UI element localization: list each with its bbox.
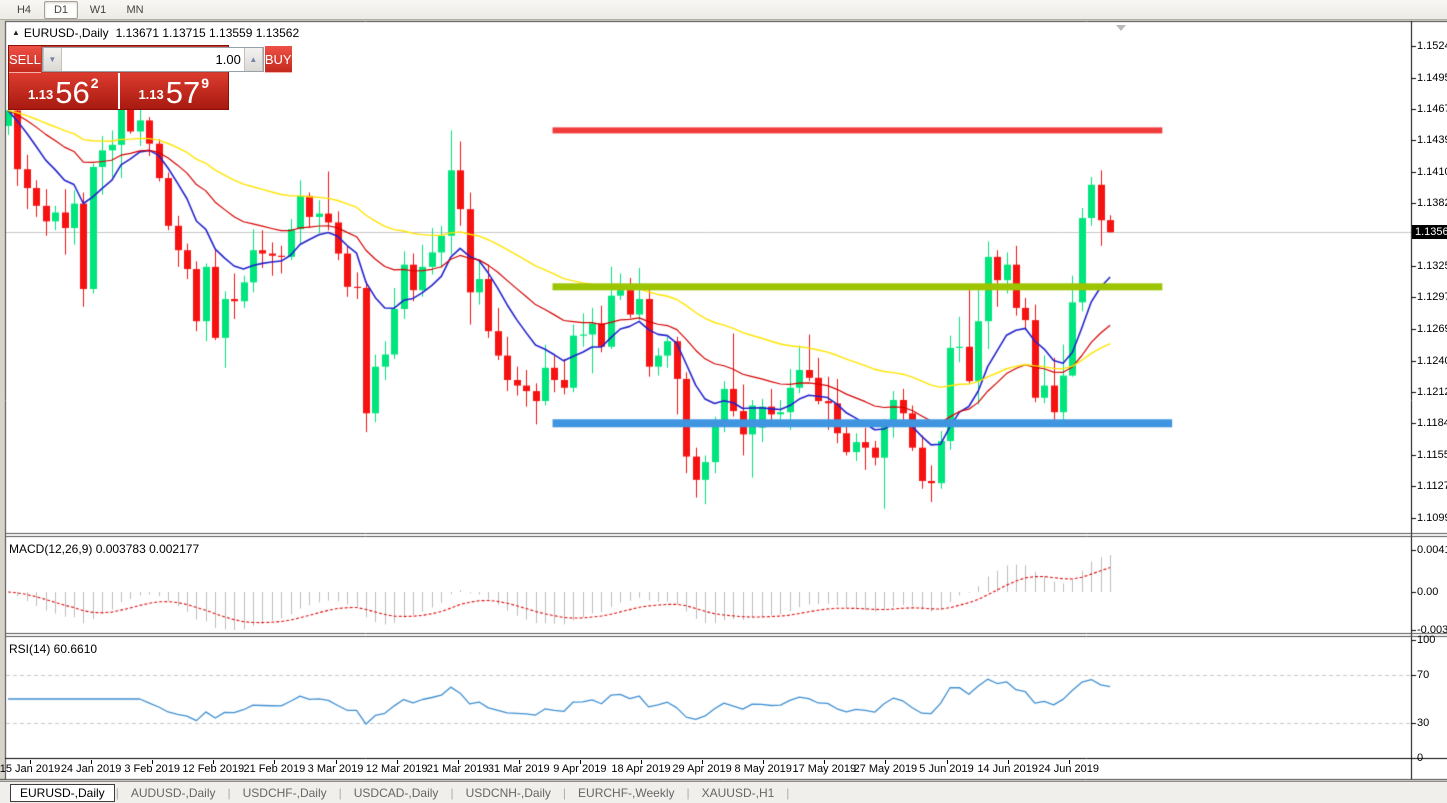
price-axis-label: 1.14390 <box>1417 134 1447 147</box>
price-axis-label: 1.11275 <box>1417 479 1447 492</box>
timeframe-w1-button[interactable]: W1 <box>81 1 115 19</box>
chart-tabbar: EURUSD-,Daily | AUDUSD-,Daily | USDCHF-,Dail… <box>0 781 1447 803</box>
symbol-timeframe-label: EURUSD-,Daily <box>23 26 109 40</box>
one-click-trading-panel: SELL ▼ ▲ BUY 1.13562 1.13579 <box>8 45 292 110</box>
timeframe-h4-button[interactable]: H4 <box>7 1 41 19</box>
macd-indicator-label: MACD(12,26,9) 0.003783 0.002177 <box>9 542 200 556</box>
tab-usdcnh-daily[interactable]: USDCNH-,Daily <box>455 784 562 802</box>
price-axis-label: 1.12975 <box>1417 291 1447 304</box>
chart-title: ▲ EURUSD-,Daily 1.13671 1.13715 1.13559 1.… <box>12 26 299 40</box>
sell-price-sup: 2 <box>90 75 99 91</box>
price-axis-label: 1.14955 <box>1417 71 1447 84</box>
price-axis-label: 1.13825 <box>1417 197 1447 210</box>
price-axis-label: 1.14675 <box>1417 102 1447 115</box>
sell-price-prefix: 1.13 <box>27 87 54 102</box>
sell-price-big: 56 <box>55 75 90 110</box>
tab-eurchf-weekly[interactable]: EURCHF-,Weekly <box>567 784 685 802</box>
sell-price[interactable]: 1.13 56 2 <box>9 73 118 109</box>
price-axis-label: 1.14105 <box>1417 165 1447 178</box>
price-axis-label: 1.13255 <box>1417 260 1447 273</box>
sell-button[interactable]: SELL <box>9 46 41 73</box>
macd-axis-label: 0.004139 <box>1417 543 1447 556</box>
current-price-badge: 1.13562 <box>1412 225 1447 240</box>
buy-button[interactable]: BUY <box>264 46 292 73</box>
tab-audusd-daily[interactable]: AUDUSD-,Daily <box>120 784 227 802</box>
date-axis-label: 24 Jun 2019 <box>1038 763 1099 775</box>
timeframe-mn-button[interactable]: MN <box>118 1 152 19</box>
ohlc-values: 1.13671 1.13715 1.13559 1.13562 <box>115 26 300 40</box>
price-axis-label: 1.11840 <box>1417 417 1447 430</box>
buy-price-sup: 9 <box>201 75 210 91</box>
collapse-triangle-icon[interactable]: ▲ <box>12 28 20 37</box>
buy-price[interactable]: 1.13 57 9 <box>117 73 228 110</box>
volume-decrease-button[interactable]: ▼ <box>42 48 62 71</box>
macd-axis-label: 0.00 <box>1417 586 1439 598</box>
price-axis-label: 1.12690 <box>1417 322 1447 335</box>
price-axis-label: 1.12405 <box>1417 354 1447 367</box>
timeframe-toolbar: H4 D1 W1 MN <box>0 0 1447 20</box>
volume-stepper: ▼ ▲ <box>41 47 264 72</box>
tab-usdcad-daily[interactable]: USDCAD-,Daily <box>343 784 450 802</box>
buy-price-big: 57 <box>165 75 201 110</box>
tab-eurusd-daily[interactable]: EURUSD-,Daily <box>10 783 115 802</box>
price-axis-label: 1.10990 <box>1417 511 1447 524</box>
price-axis-label: 1.15240 <box>1417 40 1447 53</box>
date-axis[interactable]: 15 Jan 2019 24 Jan 2019 3 Feb 2019 12 Feb 2… <box>0 760 1411 779</box>
rsi-axis-label: 0 <box>1417 752 1424 764</box>
rsi-axis-label: 30 <box>1417 716 1430 729</box>
price-axis[interactable]: 1.15240 1.14955 1.14675 1.14390 1.14105 1.138… <box>1412 21 1447 779</box>
tab-xauusd-h1[interactable]: XAUUSD-,H1 <box>691 784 786 802</box>
tab-separator: | <box>786 785 790 800</box>
rsi-axis-label: 100 <box>1417 634 1436 646</box>
buy-price-prefix: 1.13 <box>138 87 164 102</box>
volume-increase-button[interactable]: ▲ <box>243 48 263 71</box>
tab-usdchf-daily[interactable]: USDCHF-,Daily <box>232 784 338 802</box>
price-axis-label: 1.12125 <box>1417 385 1447 398</box>
price-axis-label: 1.11555 <box>1417 448 1447 461</box>
chart-shift-marker-icon[interactable] <box>1116 25 1126 31</box>
rsi-axis-label: 70 <box>1417 669 1430 682</box>
timeframe-d1-button[interactable]: D1 <box>44 0 78 19</box>
volume-input[interactable] <box>61 48 244 71</box>
rsi-indicator-label: RSI(14) 60.6610 <box>9 642 98 656</box>
chart-canvas[interactable] <box>0 0 1447 803</box>
